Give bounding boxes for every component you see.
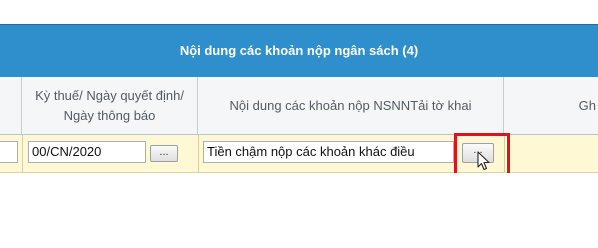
column-header-payment-content: Nội dung các khoản nộp NSNNTải tờ khai: [198, 77, 504, 134]
row-first-field[interactable]: [0, 141, 18, 163]
table-header-row: Kỳ thuế/ Ngày quyết định/ Ngày thông báo…: [0, 77, 598, 135]
section-title: Nội dung các khoản nộp ngân sách (4): [179, 43, 419, 58]
column-header-partial: [0, 77, 22, 134]
tax-period-picker-button[interactable]: ...: [150, 145, 178, 162]
column-divider: [198, 135, 199, 172]
column-header-tax-period: Kỳ thuế/ Ngày quyết định/ Ngày thông báo: [22, 77, 198, 134]
empty-area: [0, 173, 598, 248]
mouse-cursor-icon: [477, 151, 490, 171]
column-header-note: Gh: [578, 97, 596, 113]
tax-period-field[interactable]: 00/CN/2020: [28, 141, 146, 163]
payment-content-field[interactable]: Tiền chậm nộp các khoản khác điều: [203, 141, 454, 163]
top-strip: [0, 0, 598, 24]
column-divider: [22, 135, 23, 172]
section-header: Nội dung các khoản nộp ngân sách (4): [0, 24, 598, 78]
